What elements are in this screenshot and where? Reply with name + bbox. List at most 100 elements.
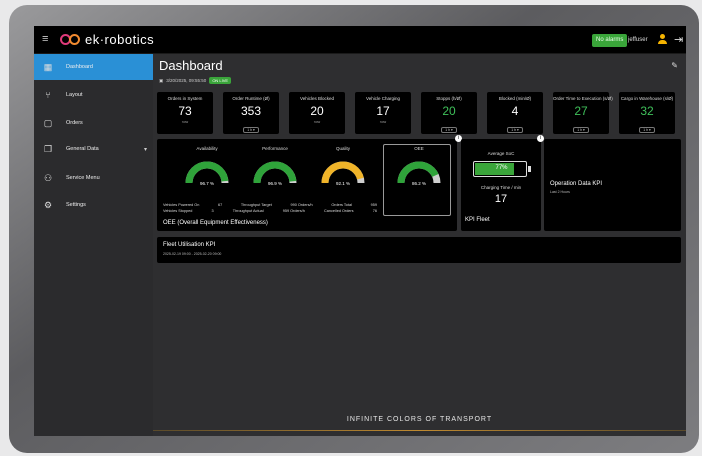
timespan-select[interactable]: 1 h ▾ <box>243 127 259 133</box>
fleet-title: KPI Fleet <box>465 217 490 223</box>
sidebar-item-orders[interactable]: ▢ Orders <box>34 110 153 136</box>
sidebar-item-label: Service Menu <box>66 175 100 181</box>
sidebar-item-settings[interactable]: ⚙ Settings <box>34 192 153 218</box>
kpi-value: 27 <box>574 104 588 118</box>
date-row: ▣ 3/20/2025, 09:55:50 ON LIVE <box>159 77 232 84</box>
logout-icon[interactable]: ⇥ <box>674 33 683 46</box>
layout-fork-icon: ⑂ <box>45 90 51 100</box>
kpi-value: 20 <box>442 104 456 118</box>
alarm-badge[interactable]: No alarms <box>592 34 628 47</box>
kpi-card: Vehicles Blocked 20 now <box>289 92 345 134</box>
stat-label: Cancelled Orders <box>324 209 354 213</box>
operation-title: Operation Data KPI <box>550 181 603 187</box>
timespan-select[interactable]: 1 h ▾ <box>639 127 655 133</box>
stats-row: Vehicles Powered On 67 Throughput Target 9… <box>163 203 377 207</box>
charging-value: 17 <box>494 193 508 205</box>
sidebar: ▦ Dashboard ⑂ Layout ▢ Orders ❐ General … <box>34 54 153 436</box>
calendar-icon: ▣ <box>159 77 164 83</box>
live-badge[interactable]: ON LIVE <box>209 77 232 84</box>
logo: ek·robotics <box>60 32 154 47</box>
sidebar-item-service-menu[interactable]: ⚇ Service Menu <box>34 165 153 191</box>
kpi-label: Blocked (min/Ø) <box>498 96 532 101</box>
charging-label: Charging Time / min <box>480 185 522 190</box>
user-icon[interactable] <box>658 34 667 44</box>
timespan-select[interactable]: 1 h ▾ <box>507 127 523 133</box>
gauge-value: 96.9 % <box>268 181 282 186</box>
oee-highlight-box <box>383 144 451 216</box>
utilisation-panel: Fleet Utilisation KPI 2025-02-19 09:00 -… <box>157 237 681 263</box>
gear-icon: ⚙ <box>43 199 53 210</box>
pencil-icon[interactable]: ✎ <box>671 61 678 70</box>
kpi-label: Vehicles Blocked <box>299 96 335 101</box>
kpi-value: 73 <box>178 104 192 118</box>
battery-icon: 77% <box>473 161 531 177</box>
oee-stats: Vehicles Powered On 67 Throughput Target 9… <box>163 203 377 215</box>
kpi-label: Stopps (h/Ø) <box>436 96 462 101</box>
kpi-value: 4 <box>511 104 519 118</box>
copy-stack-icon: ❐ <box>43 143 53 154</box>
kpi-label: Vehicle Charging <box>365 96 401 101</box>
kpi-sub: now <box>379 120 387 124</box>
gauge-value: 92.1 % <box>336 181 350 186</box>
kpi-sub: now <box>313 120 321 124</box>
app-name: ek·robotics <box>85 32 155 47</box>
clipboard-icon: ▢ <box>43 117 53 128</box>
sidebar-item-label: Settings <box>66 202 86 208</box>
kpi-value: 353 <box>240 104 262 118</box>
gauge-label: Performance <box>262 146 288 151</box>
sidebar-item-general-data[interactable]: ❐ General Data ▾ <box>34 136 153 162</box>
utilisation-range: 2025-02-19 09:00 - 2025-02-20 09:00 <box>163 252 222 256</box>
timespan-select[interactable]: 1 h ▾ <box>441 127 457 133</box>
sidebar-item-layout[interactable]: ⑂ Layout <box>34 82 153 108</box>
kpi-card: Order Runtime (Ø) 353 1 h ▾ <box>223 92 279 134</box>
service-users-icon: ⚇ <box>43 172 53 183</box>
gauge-label: Availability <box>196 146 218 151</box>
stat-value: 990 Orders/h <box>290 203 313 207</box>
sidebar-item-label: Layout <box>66 92 83 98</box>
kpi-value: 32 <box>640 104 654 118</box>
soc-value: 77% <box>475 163 514 175</box>
dashboard-grid-icon: ▦ <box>43 61 53 72</box>
soc-label: Average SoC <box>487 151 515 156</box>
operation-sub: Last 2 Hours <box>550 190 570 194</box>
oee-panel: Availability 96.7 % Performance 96.9 % Quali… <box>157 135 462 231</box>
logo-mark-icon <box>60 33 82 46</box>
utilisation-title: Fleet Utilisation KPI <box>163 242 216 248</box>
kpi-card: Cargo in Warehouse (s/Ø) 32 1 h ▾ <box>619 92 675 134</box>
sidebar-item-label: Dashboard <box>66 64 93 70</box>
stat-label: Vehicles Powered On <box>163 203 200 207</box>
stat-value: 76 <box>372 209 377 213</box>
top-bar: ≡ ek·robotics No alarms jeffuser ⇥ <box>34 26 686 54</box>
timespan-select[interactable]: 1 h ▾ <box>573 127 589 133</box>
sidebar-item-dashboard[interactable]: ▦ Dashboard <box>34 54 153 80</box>
kpi-card: Vehicle Charging 17 now <box>355 92 411 134</box>
gauge-label: Quality <box>336 146 351 151</box>
stat-value: 959 Orders/h <box>282 209 305 213</box>
username: jeffuser <box>628 37 648 43</box>
stat-label: Orders Total <box>331 203 352 207</box>
kpi-card: Blocked (min/Ø) 4 1 h ▾ <box>487 92 543 134</box>
fleet-panel: i Average SoC 77% Charging Time / min 17… <box>461 135 544 231</box>
kpi-value: 17 <box>376 104 390 118</box>
kpi-label: Orders in System <box>167 96 203 101</box>
stat-value: 959 <box>370 203 377 207</box>
gauge-value: 96.7 % <box>200 181 214 186</box>
main-content: Dashboard ✎ ▣ 3/20/2025, 09:55:50 ON LIV… <box>153 54 686 436</box>
kpi-label: Cargo in Warehouse (s/Ø) <box>620 96 674 101</box>
kpi-label: Order Runtime (Ø) <box>232 96 270 101</box>
sidebar-item-label: General Data <box>66 146 99 152</box>
stats-row: Vehicles Stopped 3 Throughput Actual 959 O… <box>163 209 377 213</box>
datetime: 3/20/2025, 09:55:50 <box>166 78 207 83</box>
stat-value: 67 <box>217 203 223 207</box>
info-icon[interactable]: i <box>537 135 544 142</box>
operation-panel: Operation Data KPI Last 2 Hours <box>544 139 681 231</box>
page-title: Dashboard <box>159 58 223 73</box>
kpi-card: Order Time to Execution (s/Ø) 27 1 h ▾ <box>553 92 613 134</box>
hamburger-menu-icon[interactable]: ≡ <box>42 34 53 45</box>
tagline: INFINITE COLORS OF TRANSPORT <box>346 416 493 423</box>
oee-title: OEE (Overall Equipment Effectiveness) <box>163 220 268 226</box>
stat-value: 3 <box>211 209 214 213</box>
sidebar-item-label: Orders <box>66 120 83 126</box>
stat-label: Throughput Target <box>240 203 272 207</box>
kpi-card: Orders in System 73 now <box>157 92 213 134</box>
